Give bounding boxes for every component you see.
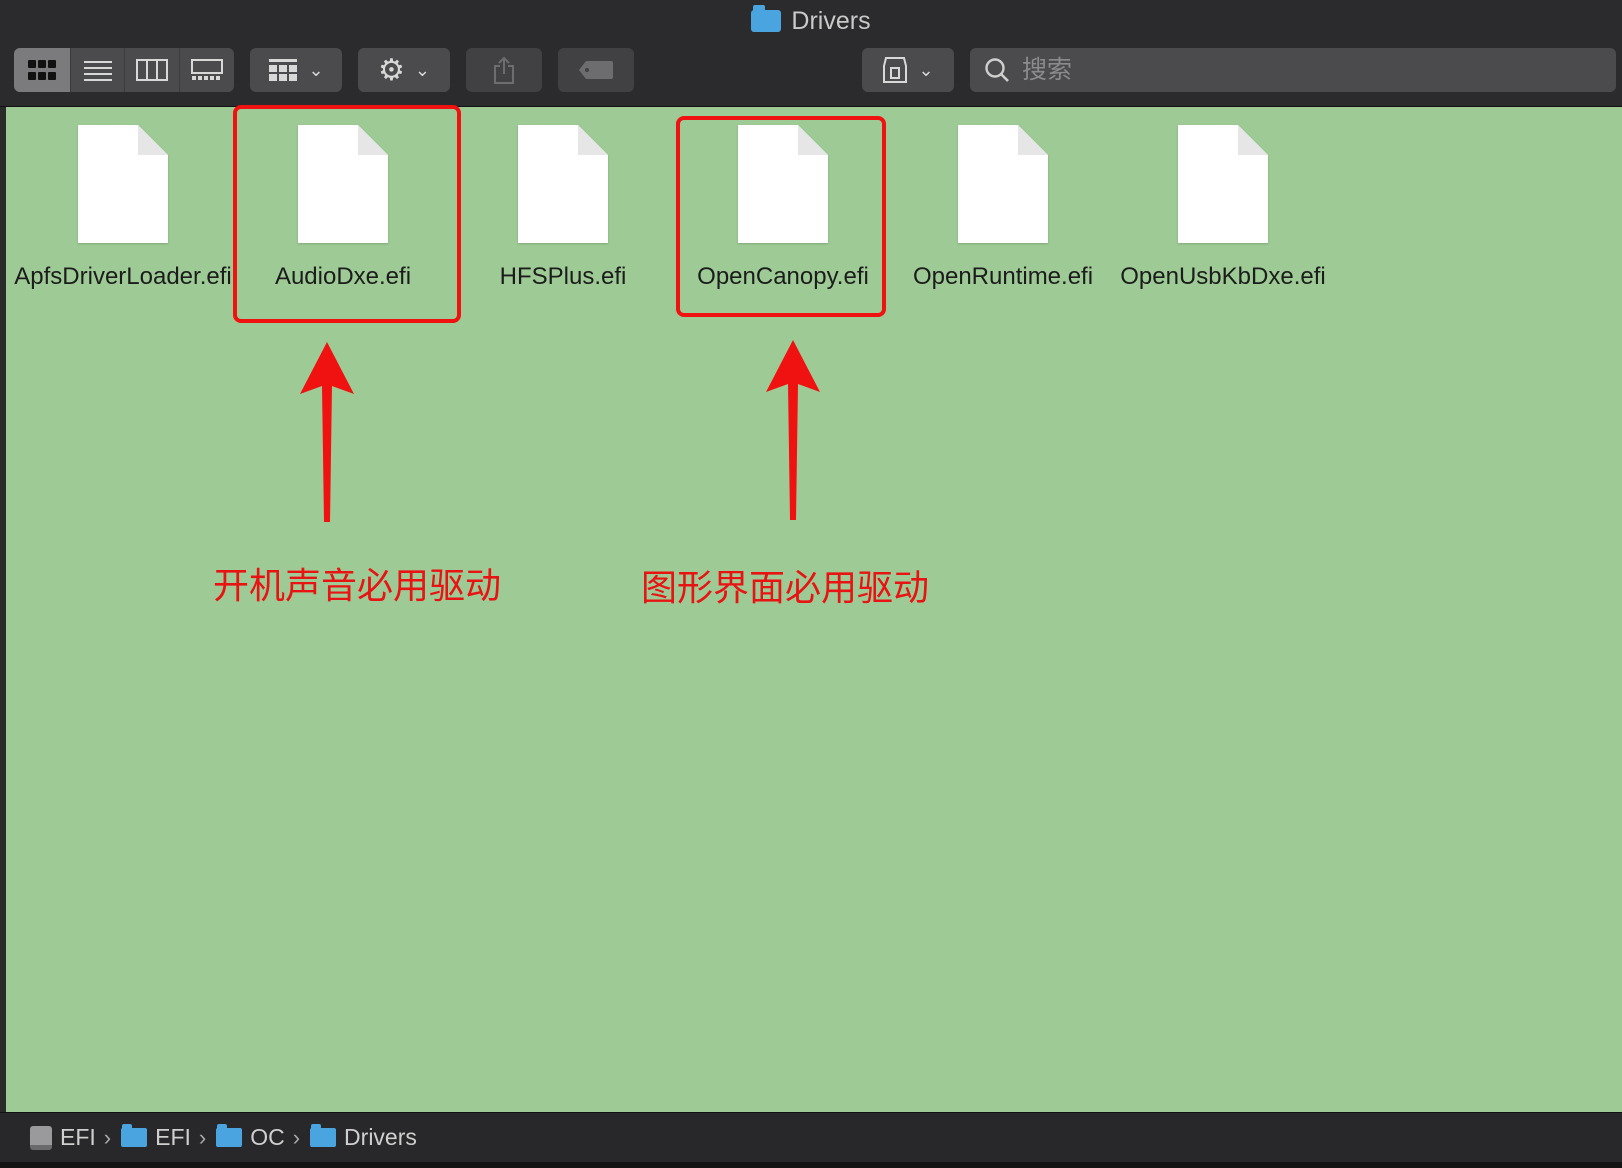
chevron-down-icon: ⌄ [918,59,934,80]
gallery-icon [190,59,223,80]
file-name: OpenRuntime.efi [912,263,1094,290]
file-name: OpenUsbKbDxe.efi [1120,263,1326,290]
document-icon [518,125,608,243]
tag-icon [579,61,613,79]
tags-button[interactable] [558,48,634,92]
arrow-up-icon [766,340,820,520]
removable-disk-icon [883,57,908,83]
window-toolbar: Drivers ⌄ ⚙ ⌄ ⌄ 搜索 [0,0,1622,107]
share-button[interactable] [466,48,542,92]
group-grid-icon [269,59,298,81]
highlight-box-audiodxe [233,105,461,323]
window-bottom-edge [0,1162,1622,1168]
icon-view-button[interactable] [14,48,72,92]
list-view-button[interactable] [71,48,126,92]
search-field[interactable] [970,48,1616,92]
breadcrumb-item[interactable]: EFI [30,1124,96,1151]
highlight-box-opencanopy [676,116,886,317]
file-item[interactable]: OpenRuntime.efi [893,107,1113,293]
file-name: ApfsDriverLoader.efi [14,263,232,290]
breadcrumb-label: Drivers [344,1124,417,1150]
columns-icon [136,59,169,81]
document-icon [78,125,168,243]
breadcrumb-label: EFI [155,1124,191,1150]
annotation-gui-note: 图形界面必用驱动 [641,568,930,609]
disk-icon [30,1125,52,1150]
share-icon [494,56,514,84]
document-icon [1178,125,1268,243]
grid-icon [28,60,57,80]
breadcrumb-label: EFI [60,1124,96,1150]
path-bar: EFI › EFI › OC › Drivers [0,1112,1622,1162]
folder-icon [121,1124,148,1147]
breadcrumb-item[interactable]: EFI [121,1124,191,1151]
folder-icon [751,5,782,32]
file-item[interactable]: OpenUsbKbDxe.efi [1113,107,1333,293]
folder-icon [216,1124,243,1147]
gear-icon: ⚙ [378,53,405,87]
column-view-button[interactable] [125,48,180,92]
document-icon [958,125,1048,243]
breadcrumb-item[interactable]: Drivers [310,1124,417,1151]
file-grid: ApfsDriverLoader.efi AudioDxe.efi HFSPlu… [6,105,1622,1112]
list-icon [83,61,112,81]
breadcrumb-item[interactable]: OC [216,1124,285,1151]
arrow-up-icon [300,342,354,522]
chevron-down-icon: ⌄ [414,59,430,80]
breadcrumb-label: OC [250,1124,285,1150]
chevron-right-icon: › [292,1124,301,1150]
chevron-right-icon: › [103,1124,112,1150]
window-title: Drivers [0,4,1622,38]
gallery-view-button[interactable] [180,48,234,92]
search-input[interactable] [1020,54,1584,86]
folder-icon [310,1124,337,1147]
eject-menu-button[interactable]: ⌄ [862,48,954,92]
group-by-button[interactable]: ⌄ [250,48,342,92]
search-icon [985,58,1009,82]
window-title-label: Drivers [791,6,871,35]
file-name: HFSPlus.efi [499,263,627,290]
file-item[interactable]: ApfsDriverLoader.efi [13,107,233,293]
action-menu-button[interactable]: ⚙ ⌄ [358,48,450,92]
view-mode-control [14,48,234,92]
chevron-right-icon: › [198,1124,207,1150]
file-item[interactable]: HFSPlus.efi [453,107,673,293]
chevron-down-icon: ⌄ [308,59,324,80]
annotation-audio-note: 开机声音必用驱动 [213,566,502,607]
